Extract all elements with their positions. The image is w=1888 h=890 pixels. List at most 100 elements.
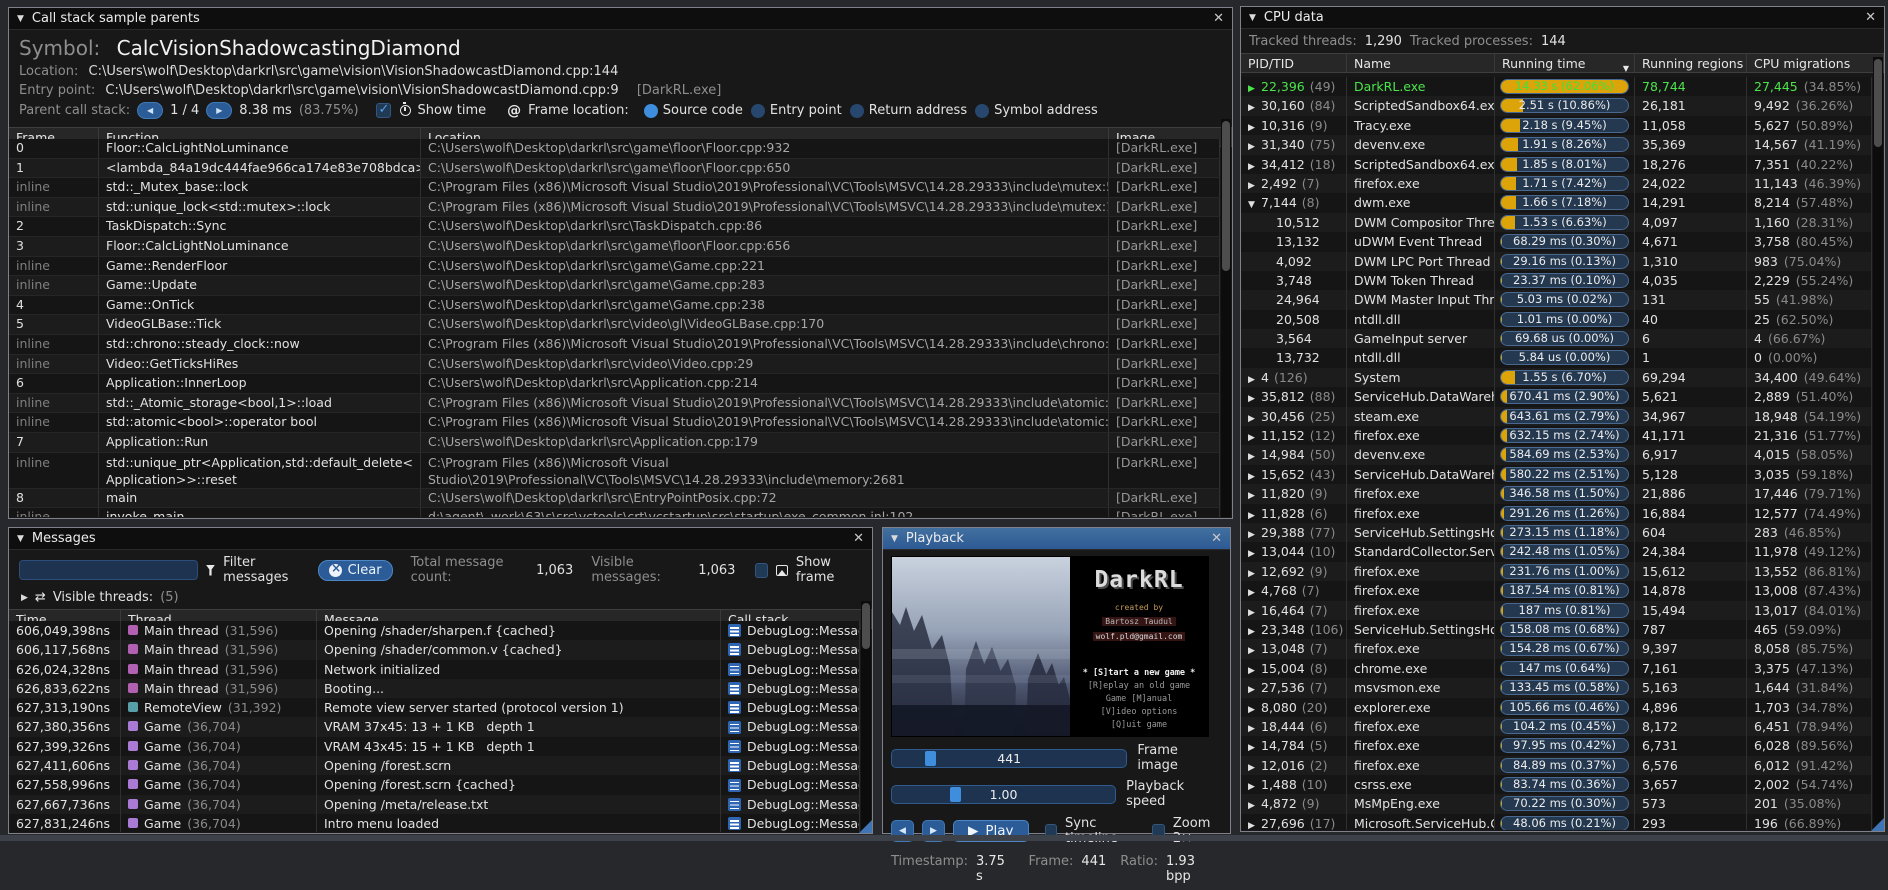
message-row[interactable]: 627,667,736ns Game(36,704) Opening /meta… [9,795,860,814]
message-row[interactable]: 627,313,190ns RemoteView(31,392) Remote … [9,698,860,717]
expand-arrow-icon[interactable]: ▶ [1248,468,1261,484]
slider-handle[interactable] [950,787,961,802]
expand-arrow-icon[interactable]: ▶ [1248,565,1261,581]
column-header-pid-tid[interactable]: PID/TID [1241,54,1347,72]
cpu-process-row[interactable]: ▶18,444(6) firefox.exe 104.2 ms (0.45%) … [1241,717,1872,736]
callstack-table-row[interactable]: 5 VideoGLBase::Tick C:\Users\wolf\Deskto… [9,315,1220,335]
close-icon[interactable]: ✕ [853,531,864,546]
message-row[interactable]: 606,049,398ns Main thread(31,596) Openin… [9,621,860,640]
expand-arrow-icon[interactable]: ▶ [1248,817,1261,830]
cpu-process-row[interactable]: ▶8,080(20) explorer.exe 105.66 ms (0.46%… [1241,698,1872,717]
next-callstack-button[interactable]: ▶ [206,102,232,119]
cpu-scrollbar[interactable] [1873,57,1883,830]
callstack-table-row[interactable]: inline std::_Atomic_storage<bool,1>::loa… [9,394,1220,414]
message-row[interactable]: 627,399,326ns Game(36,704) VRAM 43x45: 1… [9,737,860,756]
cpu-process-row[interactable]: ▶12,692(9) firefox.exe 231.76 ms (1.00%)… [1241,562,1872,581]
cpu-process-row[interactable]: 24,964 DWM Master Input Threa 5.03 ms (0… [1241,290,1872,309]
cpu-process-row[interactable]: ▶15,652(43) ServiceHub.DataWarehou 580.2… [1241,465,1872,484]
expand-arrow-icon[interactable]: ▶ [1248,158,1261,174]
callstack-cell[interactable]: DebugLog::Message ← StartNetwo [721,660,860,679]
cpu-process-row[interactable]: 3,564 GameInput server 69.68 us (0.00%) … [1241,329,1872,348]
cpu-process-row[interactable]: ▶27,696(17) Microsoft.ServiceHub.Co 48.0… [1241,814,1872,830]
cpu-process-row[interactable]: ▶35,812(88) ServiceHub.DataWarehou 670.4… [1241,387,1872,406]
expand-arrow-icon[interactable]: ▶ [1248,584,1261,600]
column-header-name[interactable]: Name [1347,54,1495,72]
cpu-process-row[interactable]: ▶29,388(77) ServiceHub.SettingsHost 273.… [1241,523,1872,542]
message-row[interactable]: 627,380,356ns Game(36,704) VRAM 37x45: 1… [9,717,860,736]
playback-speed-slider[interactable]: 1.00 [891,785,1116,804]
expand-arrow-icon[interactable]: ▶ [1248,487,1261,503]
message-row[interactable]: 627,831,246ns Game(36,704) Intro menu lo… [9,814,860,832]
expand-arrow-icon[interactable]: ▶ [1248,545,1261,561]
expand-arrow-icon[interactable]: ▶ [1248,138,1261,154]
slider-handle[interactable] [925,751,936,766]
cpu-process-row[interactable]: ▼7,144(8) dwm.exe 1.66 s (7.18%) 14,291 … [1241,193,1872,212]
message-row[interactable]: 626,833,622ns Main thread(31,596) Bootin… [9,679,860,698]
column-header-running-time[interactable]: Running time ▼ [1495,54,1635,72]
message-row[interactable]: 626,024,328ns Main thread(31,596) Networ… [9,660,860,679]
expand-arrow-icon[interactable]: ▶ [1248,526,1261,542]
visible-threads-row[interactable]: ▶ ⇄ Visible threads: (5) [9,588,872,609]
cpu-process-row[interactable]: ▶2,492(7) firefox.exe 1.71 s (7.42%) 24,… [1241,174,1872,193]
callstack-table-row[interactable]: inline Game::Update C:\Users\wolf\Deskto… [9,276,1220,296]
cpu-process-row[interactable]: ▶4,768(7) firefox.exe 187.54 ms (0.81%) … [1241,581,1872,600]
expand-arrow-icon[interactable]: ▶ [1248,778,1261,794]
close-icon[interactable]: ✕ [1865,10,1876,25]
callstack-table-row[interactable]: 0 Floor::CalcLightNoLuminance C:\Users\w… [9,139,1220,159]
cpu-process-row[interactable]: 3,748 DWM Token Thread 23.37 ms (0.10%) … [1241,271,1872,290]
callstack-table-row[interactable]: inline std::atomic<bool>::operator bool … [9,413,1220,433]
expand-arrow-icon[interactable]: ▶ [1248,623,1261,639]
cpu-process-row[interactable]: 13,132 uDWM Event Thread 68.29 ms (0.30%… [1241,232,1872,251]
cpu-process-row[interactable]: ▶4(126) System 1.55 s (6.70%) 69,294 34,… [1241,368,1872,387]
expand-arrow-icon[interactable]: ▶ [1248,759,1261,775]
callstack-table-row[interactable]: 2 TaskDispatch::Sync C:\Users\wolf\Deskt… [9,217,1220,237]
cpu-process-row[interactable]: ▶34,412(18) ScriptedSandbox64.exe 1.85 s… [1241,155,1872,174]
prev-callstack-button[interactable]: ◀ [137,102,163,119]
cpu-process-row[interactable]: 13,732 ntdll.dll 5.84 us (0.00%) 1 0(0.0… [1241,348,1872,367]
expand-arrow-icon[interactable]: ▼ [1248,196,1261,212]
collapse-icon[interactable]: ▼ [1249,13,1256,23]
expand-arrow-icon[interactable]: ▶ [1248,720,1261,736]
cpu-process-row[interactable]: ▶27,536(7) msvsmon.exe 133.45 ms (0.58%)… [1241,678,1872,697]
callstack-table-row[interactable]: 8 main C:\Users\wolf\Desktop\darkrl\src\… [9,489,1220,509]
callstack-table-row[interactable]: 3 Floor::CalcLightNoLuminance C:\Users\w… [9,237,1220,257]
cpu-process-row[interactable]: ▶15,004(8) chrome.exe 147 ms (0.64%) 7,1… [1241,659,1872,678]
callstack-cell[interactable]: DebugLog::Message ← VFS::Open [721,640,860,659]
resize-grip[interactable] [1871,818,1884,831]
callstack-table-row[interactable]: inline std::_Mutex_base::lock C:\Program… [9,178,1220,198]
cpu-process-row[interactable]: ▶13,044(10) StandardCollector.Servic 242… [1241,542,1872,561]
callstack-cell[interactable]: DebugLog::Message ← VideoMemo [721,737,860,756]
callstack-table-row[interactable]: 7 Application::Run C:\Users\wolf\Desktop… [9,433,1220,453]
cpu-process-row[interactable]: ▶23,348(106) ServiceHub.SettingsHost 158… [1241,620,1872,639]
cpu-process-row[interactable]: ▶11,828(6) firefox.exe 291.26 ms (1.26%)… [1241,504,1872,523]
cpu-process-row[interactable]: ▶30,456(25) steam.exe 643.61 ms (2.79%) … [1241,407,1872,426]
expand-arrow-icon[interactable]: ▶ [1248,448,1261,464]
cpu-process-row[interactable]: 10,512 DWM Compositor Thread 1.53 s (6.6… [1241,213,1872,232]
column-header-cpu-migrations[interactable]: CPU migrations [1747,54,1884,72]
frame-location-radio[interactable]: Return address [850,103,967,118]
filter-input[interactable] [19,560,198,580]
callstack-table-row[interactable]: inline invoke_main d:\agent\_work\63\s\s… [9,508,1220,517]
callstack-cell[interactable]: DebugLog::Message ← Application: [721,679,860,698]
callstack-table-row[interactable]: inline std::chrono::steady_clock::now C:… [9,335,1220,355]
expand-arrow-icon[interactable]: ▶ [1248,410,1261,426]
expand-arrow-icon[interactable]: ▶ [1248,119,1261,135]
message-row[interactable]: 627,558,996ns Game(36,704) Opening /fore… [9,775,860,794]
close-icon[interactable]: ✕ [1211,531,1222,546]
expand-arrow-icon[interactable]: ▶ [1248,739,1261,755]
expand-arrow-icon[interactable]: ▶ [1248,177,1261,193]
callstack-cell[interactable]: DebugLog::Message ← VFS::Open [721,775,860,794]
close-icon[interactable]: ✕ [1213,11,1224,26]
cpu-process-row[interactable]: ▶1,488(10) csrss.exe 83.74 ms (0.36%) 3,… [1241,775,1872,794]
expand-arrow-icon[interactable]: ▶ [1248,507,1261,523]
collapse-icon[interactable]: ▼ [891,534,898,544]
cpu-process-row[interactable]: ▶11,820(9) firefox.exe 346.58 ms (1.50%)… [1241,484,1872,503]
expand-arrow-icon[interactable]: ▶ [1248,99,1261,115]
callstack-scrollbar[interactable] [1221,119,1231,517]
expand-arrow-icon[interactable]: ▶ [1248,797,1261,813]
callstack-table-row[interactable]: inline std::unique_lock<std::mutex>::loc… [9,198,1220,218]
cpu-process-row[interactable]: ▶31,340(75) devenv.exe 1.91 s (8.26%) 35… [1241,135,1872,154]
column-header-running-regions[interactable]: Running regions [1635,54,1747,72]
expand-arrow-icon[interactable]: ▶ [1248,390,1261,406]
callstack-cell[interactable]: DebugLog::Message ← IntroMenu:: [721,814,860,832]
